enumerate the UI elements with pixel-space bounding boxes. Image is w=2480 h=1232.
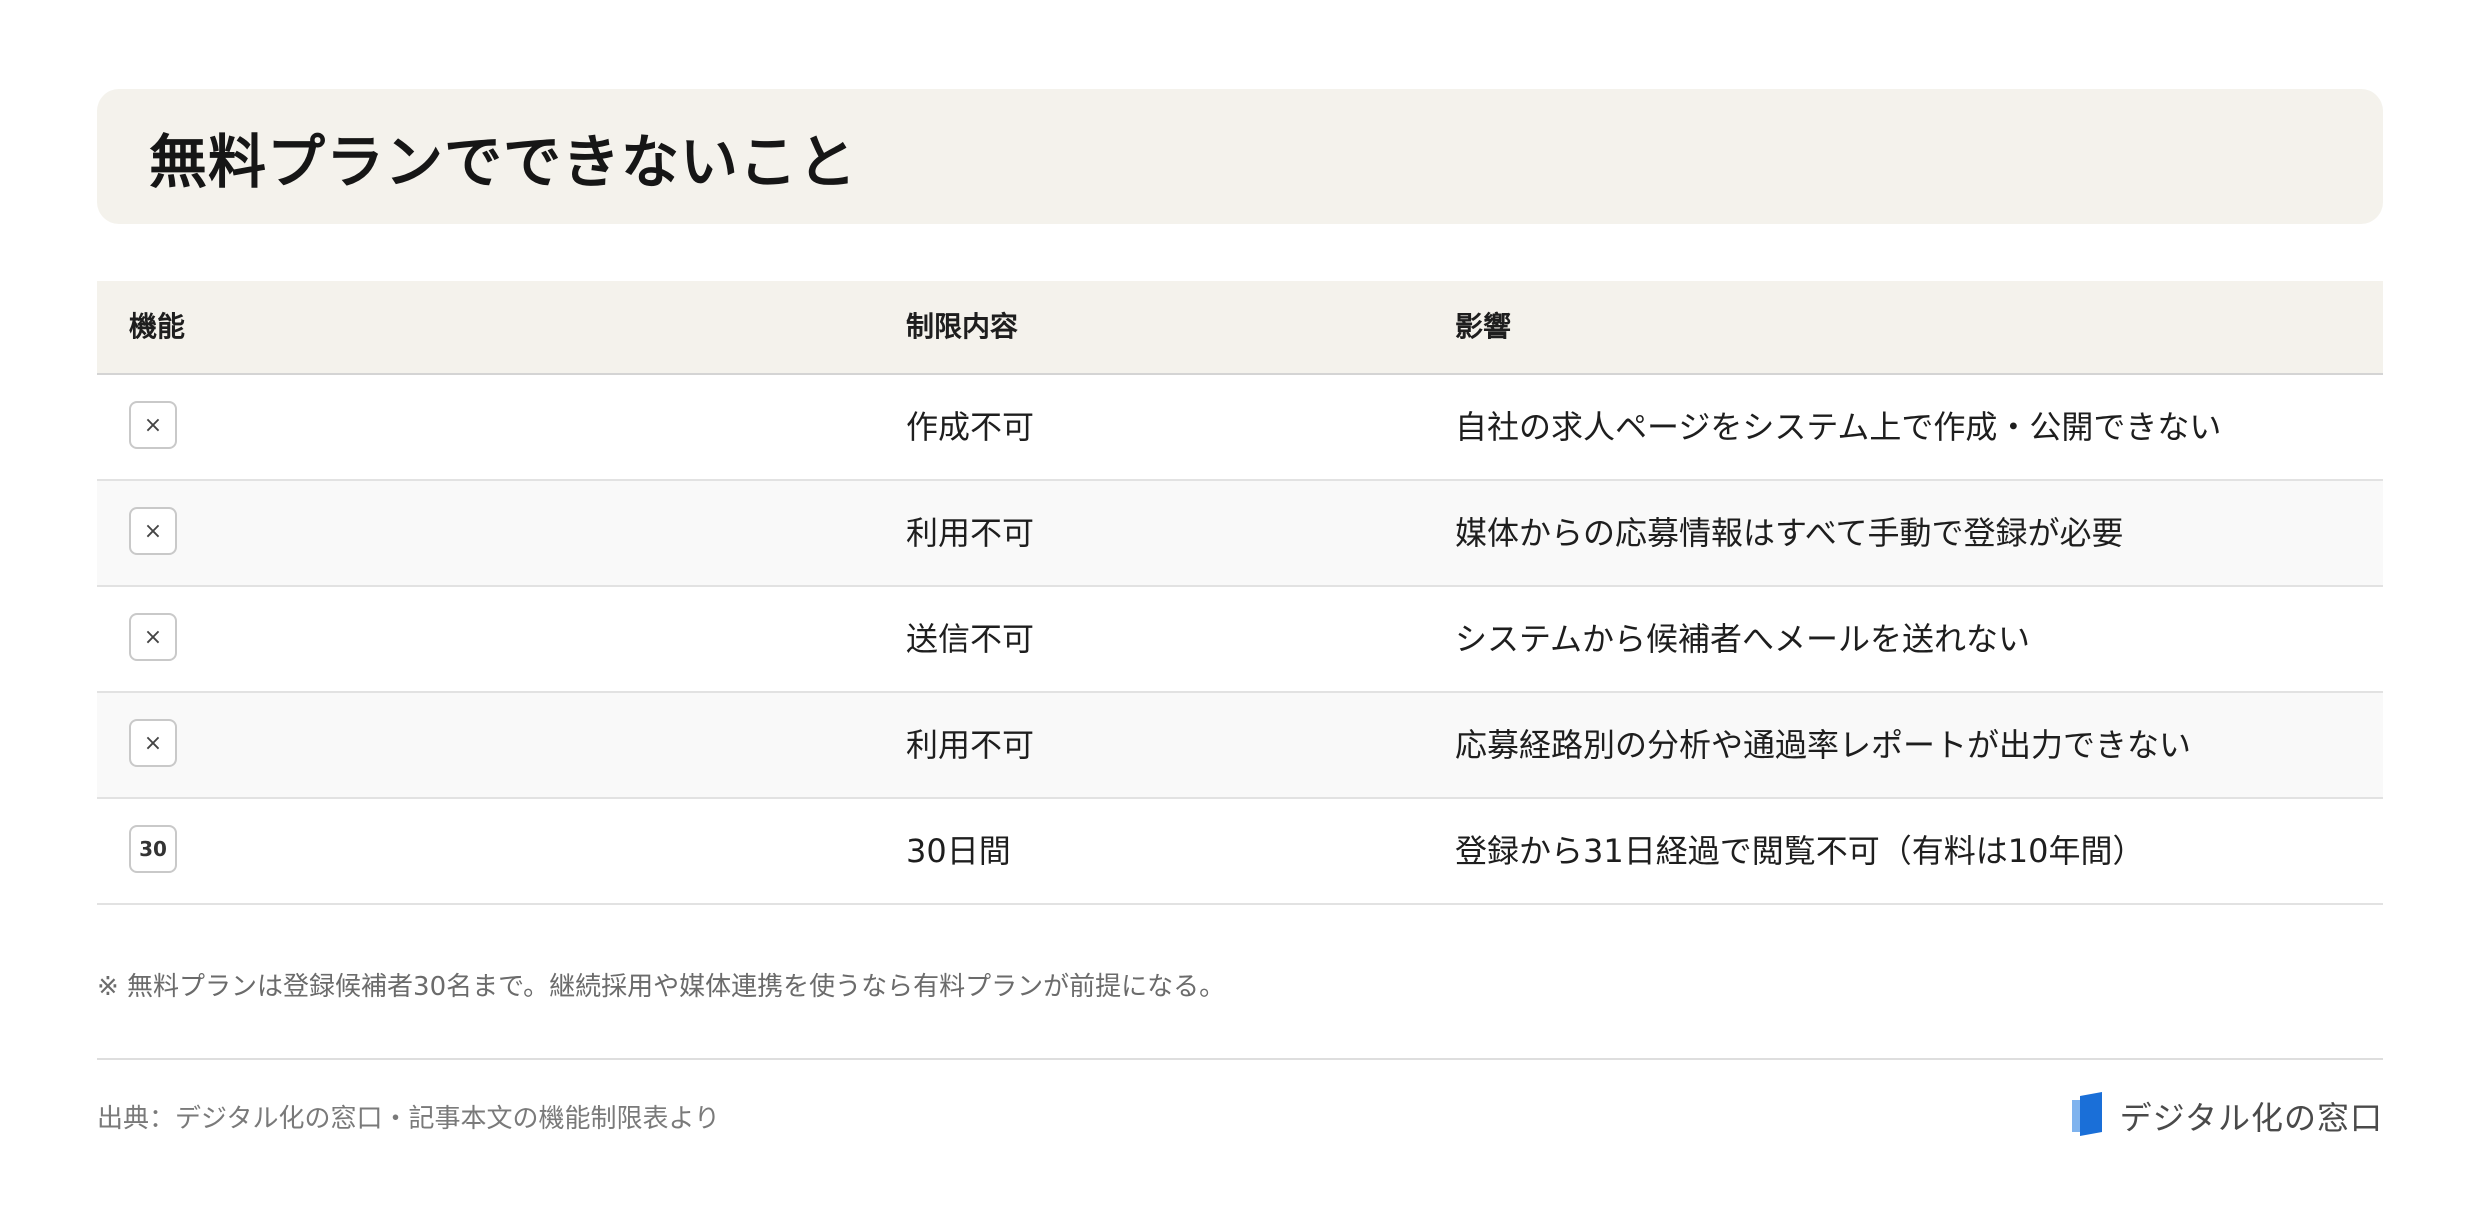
- impact-cell: 応募経路別の分析や通過率レポートが出力できない: [1455, 726, 2192, 764]
- table-row: × 送信不可 システムから候補者へメールを送れない: [97, 587, 2383, 693]
- table-row: 30 30日間 登録から31日経過で閲覧不可（有料は10年間）: [97, 799, 2383, 905]
- impact-cell: システムから候補者へメールを送れない: [1455, 620, 2031, 658]
- header-feature: 機能: [129, 310, 186, 343]
- title-banner: 無料プランでできないこと: [97, 89, 2383, 224]
- header-impact: 影響: [1455, 310, 1512, 343]
- impact-cell: 媒体からの応募情報はすべて手動で登録が必要: [1455, 514, 2124, 552]
- restriction-cell: 30日間: [906, 832, 1011, 870]
- restriction-cell: 利用不可: [906, 514, 1035, 552]
- impact-cell: 登録から31日経過で閲覧不可（有料は10年間）: [1455, 832, 2145, 870]
- table-header: 機能 制限内容 影響: [97, 281, 2383, 375]
- restriction-cell: 利用不可: [906, 726, 1035, 764]
- divider: [97, 1058, 2383, 1060]
- brand-logo: デジタル化の窓口: [2068, 1092, 2383, 1140]
- cross-icon: ×: [129, 507, 177, 555]
- footnote: ※ 無料プランは登録候補者30名まで。継続採用や媒体連携を使うなら有料プランが前…: [97, 972, 1226, 1002]
- cross-icon: ×: [129, 719, 177, 767]
- cross-icon: ×: [129, 613, 177, 661]
- table-row: × 作成不可 自社の求人ページをシステム上で作成・公開できない: [97, 375, 2383, 481]
- brand-name: デジタル化の窓口: [2119, 1099, 2383, 1137]
- source-citation: 出典：デジタル化の窓口・記事本文の機能制限表より: [97, 1104, 720, 1134]
- header-restriction: 制限内容: [906, 310, 1019, 343]
- page-title: 無料プランでできないこと: [149, 127, 858, 196]
- impact-cell: 自社の求人ページをシステム上で作成・公開できない: [1455, 408, 2222, 446]
- table-row: × 利用不可 媒体からの応募情報はすべて手動で登録が必要: [97, 481, 2383, 587]
- restriction-cell: 作成不可: [906, 408, 1035, 446]
- restriction-cell: 送信不可: [906, 620, 1035, 658]
- restrictions-table: 機能 制限内容 影響 × 作成不可 自社の求人ページをシステム上で作成・公開でき…: [97, 281, 2383, 905]
- door-logo-icon: [2068, 1092, 2108, 1140]
- cross-icon: ×: [129, 401, 177, 449]
- day-count-badge: 30: [129, 825, 177, 873]
- table-row: × 利用不可 応募経路別の分析や通過率レポートが出力できない: [97, 693, 2383, 799]
